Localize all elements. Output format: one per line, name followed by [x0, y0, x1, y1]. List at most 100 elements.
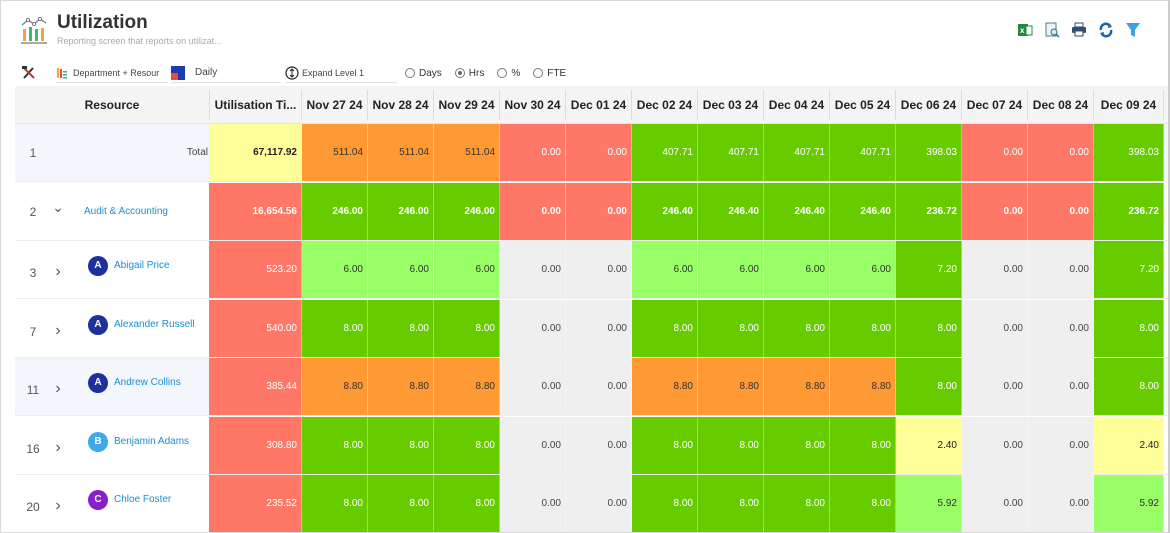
total-row[interactable]: 1 Total 67,117.92 511.04 511.04 511.04 0.00 0.0… [15, 124, 1168, 182]
day-value-cell[interactable]: 6.00 [764, 241, 830, 298]
day-value-cell[interactable]: 2.40 [896, 416, 962, 474]
day-value-cell[interactable]: 0.00 [1028, 475, 1094, 532]
day-value-cell[interactable]: 8.00 [830, 475, 896, 532]
day-value-cell[interactable]: 0.00 [1028, 358, 1094, 415]
day-value-cell[interactable]: 8.00 [698, 475, 764, 532]
period-select[interactable]: Daily [171, 63, 281, 83]
day-value-cell[interactable]: 8.00 [632, 475, 698, 532]
day-value-cell[interactable]: 0.00 [566, 241, 632, 298]
column-header-date[interactable]: Dec 07 24 [962, 90, 1028, 120]
day-value-cell[interactable]: 8.00 [764, 416, 830, 474]
column-header-date[interactable]: Dec 09 24 [1094, 90, 1164, 120]
day-value-cell[interactable]: 6.00 [368, 241, 434, 298]
day-value-cell[interactable]: 8.80 [830, 358, 896, 415]
expand-chevron-icon[interactable]: › [51, 263, 65, 281]
day-value-cell[interactable]: 6.00 [434, 241, 500, 298]
day-value-cell[interactable]: 8.00 [632, 299, 698, 357]
resource-row[interactable]: 20 › C Chloe Foster 235.52 8.00 8.00 8.00 0.00 0.… [15, 475, 1168, 532]
day-value-cell[interactable]: 8.80 [302, 358, 368, 415]
day-value-cell[interactable]: 6.00 [632, 241, 698, 298]
column-header-date[interactable]: Dec 04 24 [764, 90, 830, 120]
utilisation-total-cell[interactable]: 235.52 [209, 475, 302, 532]
day-value-cell[interactable]: 511.04 [434, 124, 500, 181]
day-value-cell[interactable]: 8.00 [434, 416, 500, 474]
column-header-date[interactable]: Nov 29 24 [434, 90, 500, 120]
resource-link[interactable]: Andrew Collins [114, 377, 181, 388]
day-value-cell[interactable]: 6.00 [830, 241, 896, 298]
day-value-cell[interactable]: 0.00 [566, 182, 632, 240]
expand-level-select[interactable]: Expand Level 1 [285, 63, 397, 83]
unit-radio-fte[interactable]: FTE [533, 68, 566, 79]
expand-chevron-icon[interactable]: › [51, 322, 65, 340]
day-value-cell[interactable]: 0.00 [962, 241, 1028, 298]
grouping-select[interactable]: Department + Resour [56, 63, 168, 83]
day-value-cell[interactable]: 8.00 [434, 475, 500, 532]
day-value-cell[interactable]: 0.00 [962, 416, 1028, 474]
day-value-cell[interactable]: 407.71 [764, 124, 830, 181]
day-value-cell[interactable]: 8.00 [302, 416, 368, 474]
day-value-cell[interactable]: 8.80 [698, 358, 764, 415]
day-value-cell[interactable]: 0.00 [500, 416, 566, 474]
day-value-cell[interactable]: 6.00 [302, 241, 368, 298]
radio-button[interactable] [497, 68, 508, 78]
day-value-cell[interactable]: 0.00 [1028, 416, 1094, 474]
day-value-cell[interactable]: 0.00 [566, 299, 632, 357]
refresh-icon[interactable] [1097, 21, 1115, 39]
resource-row[interactable]: 7 › A Alexander Russell 540.00 8.00 8.00 8.00 0.… [15, 299, 1168, 358]
day-value-cell[interactable]: 8.00 [434, 299, 500, 357]
utilisation-total-cell[interactable]: 540.00 [209, 299, 302, 357]
settings-tools-icon[interactable] [21, 63, 37, 83]
utilisation-total-cell[interactable]: 385.44 [209, 358, 302, 415]
day-value-cell[interactable]: 0.00 [962, 182, 1028, 240]
day-value-cell[interactable]: 0.00 [500, 358, 566, 415]
resource-row[interactable]: 11 › A Andrew Collins 385.44 8.80 8.80 8.80 0.00… [15, 358, 1168, 416]
day-value-cell[interactable]: 398.03 [1094, 124, 1164, 181]
day-value-cell[interactable]: 0.00 [500, 299, 566, 357]
day-value-cell[interactable]: 8.00 [302, 475, 368, 532]
day-value-cell[interactable]: 8.00 [698, 416, 764, 474]
resource-link[interactable]: Alexander Russell [114, 319, 195, 330]
day-value-cell[interactable]: 511.04 [302, 124, 368, 181]
day-value-cell[interactable]: 8.00 [764, 299, 830, 357]
department-link[interactable]: Audit & Accounting [84, 206, 168, 217]
resource-row[interactable]: 16 › B Benjamin Adams 308.80 8.00 8.00 8.00 0.00… [15, 416, 1168, 475]
column-header-resource[interactable]: Resource [15, 90, 209, 120]
day-value-cell[interactable]: 246.00 [302, 182, 368, 240]
day-value-cell[interactable]: 8.00 [302, 299, 368, 357]
day-value-cell[interactable]: 0.00 [962, 358, 1028, 415]
day-value-cell[interactable]: 0.00 [566, 358, 632, 415]
day-value-cell[interactable]: 8.00 [896, 358, 962, 415]
column-header-date[interactable]: Dec 01 24 [566, 90, 632, 120]
day-value-cell[interactable]: 236.72 [896, 182, 962, 240]
day-value-cell[interactable]: 8.00 [764, 475, 830, 532]
day-value-cell[interactable]: 236.72 [1094, 182, 1164, 240]
day-value-cell[interactable]: 8.00 [368, 299, 434, 357]
expand-chevron-icon[interactable]: › [51, 380, 65, 398]
column-header-date[interactable]: Nov 28 24 [368, 90, 434, 120]
day-value-cell[interactable]: 0.00 [962, 124, 1028, 181]
day-value-cell[interactable]: 8.00 [368, 475, 434, 532]
resource-link[interactable]: Chloe Foster [114, 494, 171, 505]
day-value-cell[interactable]: 0.00 [1028, 241, 1094, 298]
column-header-date[interactable]: Dec 02 24 [632, 90, 698, 120]
column-header-utilisation[interactable]: Utilisation Ti... [209, 90, 302, 120]
day-value-cell[interactable]: 246.40 [764, 182, 830, 240]
day-value-cell[interactable]: 5.92 [1094, 475, 1164, 532]
day-value-cell[interactable]: 511.04 [368, 124, 434, 181]
day-value-cell[interactable]: 8.00 [1094, 358, 1164, 415]
day-value-cell[interactable]: 246.40 [830, 182, 896, 240]
expand-chevron-icon[interactable]: › [51, 439, 65, 457]
print-icon[interactable] [1070, 21, 1088, 39]
day-value-cell[interactable]: 5.92 [896, 475, 962, 532]
preview-icon[interactable] [1043, 21, 1061, 39]
column-header-date[interactable]: Dec 06 24 [896, 90, 962, 120]
day-value-cell[interactable]: 0.00 [566, 475, 632, 532]
day-value-cell[interactable]: 8.00 [830, 299, 896, 357]
utilisation-total-cell[interactable]: 16,654.56 [209, 182, 302, 240]
group-row[interactable]: 2 ⌄ Audit & Accounting 16,654.56 246.00 246.0… [15, 182, 1168, 241]
day-value-cell[interactable]: 7.20 [896, 241, 962, 298]
day-value-cell[interactable]: 0.00 [1028, 299, 1094, 357]
day-value-cell[interactable]: 407.71 [698, 124, 764, 181]
collapse-chevron-icon[interactable]: ⌄ [51, 199, 65, 216]
day-value-cell[interactable]: 8.00 [632, 416, 698, 474]
